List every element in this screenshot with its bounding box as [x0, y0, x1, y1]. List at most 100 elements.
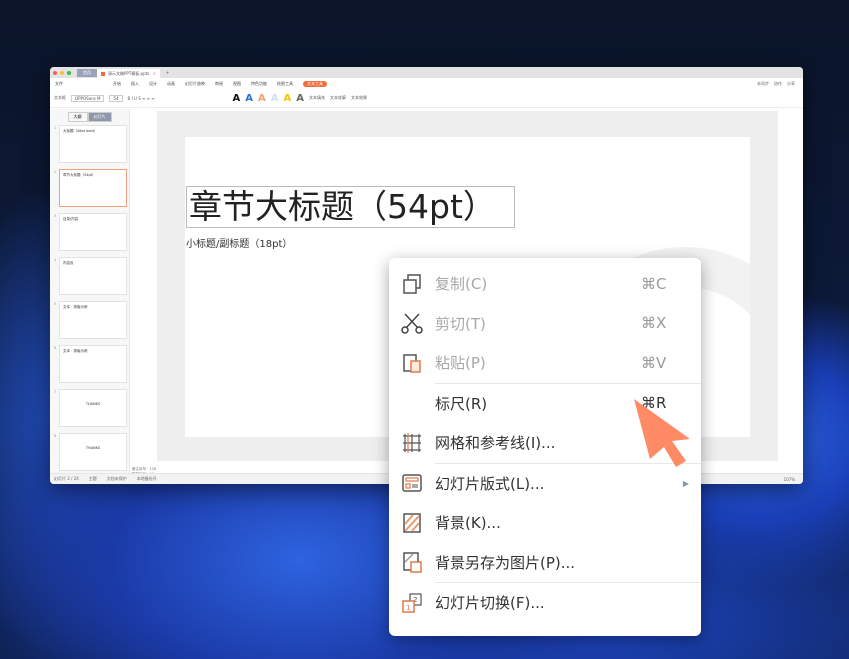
thumb-text: 文本 · 排版示例	[63, 349, 88, 353]
shortcut: ⌘C	[641, 274, 667, 293]
text-outline-button[interactable]: 文本轮廓	[330, 95, 346, 101]
menu-label: 背景(K)...	[435, 514, 501, 533]
collab-button[interactable]: 协作	[774, 81, 782, 87]
slide-thumbnail-selected[interactable]: 2 章节大标题（54pt）	[54, 169, 127, 207]
slide-title[interactable]: 章节大标题（54pt）	[186, 186, 515, 228]
menu-insert[interactable]: 插入	[131, 81, 139, 87]
font-select[interactable]: OPPOSans M	[71, 94, 105, 102]
transition-icon: 21	[389, 592, 435, 614]
slide-thumbnail[interactable]: 6 文本 · 排版示例	[54, 345, 127, 383]
slide-thumbnail[interactable]: 8 THANKS	[54, 433, 127, 471]
thumb-text: 内容页	[63, 261, 74, 265]
text-style-blue[interactable]: A	[245, 93, 253, 104]
ppt-icon	[101, 71, 105, 76]
text-style-yellow[interactable]: A	[284, 93, 292, 104]
scissors-icon	[389, 312, 435, 334]
menu-animation[interactable]: 动画	[167, 81, 175, 87]
slide-subtitle[interactable]: 小标题/副标题（18pt）	[186, 235, 292, 250]
text-style-gray[interactable]: A	[296, 93, 304, 104]
menu-item-save-background[interactable]: 背景另存为图片(P)...	[389, 543, 701, 583]
format-buttons[interactable]: B I U S ≡ ≡ ≡	[128, 96, 228, 101]
menu-label: 剪切(T)	[435, 314, 486, 333]
slide-thumbnail[interactable]: 4 内容页	[54, 257, 127, 295]
font-size-select[interactable]: 54	[109, 94, 123, 102]
mouse-cursor-icon	[634, 399, 690, 467]
menu-label: 背景另存为图片(P)...	[435, 553, 576, 572]
page-indicator: 幻灯片 2 / 24	[54, 476, 79, 481]
menu-label: 幻灯片切换(F)...	[435, 594, 545, 613]
thumb-text: 章节大标题（54pt）	[63, 173, 96, 177]
backup-status[interactable]: 本地备份开	[137, 476, 157, 482]
thumb-text: THANKS	[85, 402, 101, 406]
protect-status[interactable]: 文档未保护	[107, 476, 127, 482]
textbox-button[interactable]: 文本框	[54, 95, 66, 101]
slide-number: 5	[54, 302, 57, 306]
thumb-text: 大标题（48pt bold）	[63, 129, 98, 133]
slide-number: 4	[54, 258, 57, 262]
slide-number: 3	[54, 214, 57, 218]
shortcut: ⌘V	[641, 353, 667, 372]
menu-design[interactable]: 设计	[149, 81, 157, 87]
title-bar: 首页 演示文稿PPT模板.pptx × +	[50, 67, 803, 78]
tab-outline[interactable]: 大纲	[67, 112, 88, 122]
menu-label: 幻灯片版式(L)...	[435, 474, 545, 493]
background-icon	[389, 512, 435, 534]
shortcut: ⌘X	[641, 314, 667, 333]
menu-label: 复制(C)	[435, 275, 488, 294]
file-tab-label: 演示文稿PPT模板.pptx	[108, 70, 150, 76]
sync-button[interactable]: 未同步	[757, 81, 769, 87]
menu-drawing-tools[interactable]: 绘图工具	[277, 81, 293, 87]
minimize-button[interactable]	[60, 70, 64, 75]
slide-number: 8	[54, 434, 57, 438]
menu-item-transition[interactable]: 2 1 幻灯片切换(F)...	[389, 583, 701, 623]
menu-item-background[interactable]: 背景(K)...	[389, 503, 701, 543]
tab-slides[interactable]: 幻灯片	[87, 112, 112, 122]
text-effects-button[interactable]: 文本效果	[351, 95, 367, 101]
slide-thumbnail[interactable]: 3 目录/内容	[54, 213, 127, 251]
slide-number: 6	[54, 346, 57, 350]
thumb-text: THANKS	[85, 446, 101, 450]
slide-thumbnail[interactable]: 5 文本 · 排版示例	[54, 301, 127, 339]
thumb-text: 目录/内容	[63, 217, 79, 221]
grid-icon	[389, 432, 435, 454]
menu-bar: 文件 开始 插入 设计 动画 幻灯片放映 审阅 视图 特色功能 绘图工具 文本工…	[50, 78, 803, 89]
copy-icon	[389, 273, 435, 295]
close-tab-icon[interactable]: ×	[153, 71, 156, 76]
paste-icon	[389, 352, 435, 374]
menu-item-cut[interactable]: 剪切(T) ⌘X	[389, 304, 701, 344]
slide-thumbnail[interactable]: 7 THANKS	[54, 389, 127, 427]
slide-thumbnail[interactable]: 1 大标题（48pt bold）	[54, 125, 127, 163]
menu-item-paste[interactable]: 粘贴(P) ⌘V	[389, 343, 701, 383]
close-button[interactable]	[53, 70, 57, 75]
menu-review[interactable]: 审阅	[215, 81, 223, 87]
slide-number: 1	[54, 126, 57, 130]
layout-icon	[389, 472, 435, 494]
text-fill-button[interactable]: 文本填充	[309, 95, 325, 101]
menu-label: 粘贴(P)	[435, 354, 486, 373]
theme-label[interactable]: 主题	[89, 476, 97, 482]
share-button[interactable]: 分享	[787, 81, 795, 87]
menu-file[interactable]: 文件	[55, 81, 63, 87]
tab-file[interactable]: 演示文稿PPT模板.pptx ×	[97, 69, 160, 78]
save-background-icon	[389, 551, 435, 573]
menu-features[interactable]: 特色功能	[251, 81, 267, 87]
menu-view[interactable]: 视图	[233, 81, 241, 87]
menu-home[interactable]: 开始	[113, 81, 121, 87]
thumb-text: 文本 · 排版示例	[63, 305, 88, 309]
text-style-outline[interactable]: A	[271, 93, 279, 104]
menu-text-tools[interactable]: 文本工具	[303, 80, 327, 87]
menu-item-copy[interactable]: 复制(C) ⌘C	[389, 264, 701, 304]
slide-panel: 大纲 幻灯片 1 大标题（48pt bold） 2 章节大标题（54pt） 3 目录/内…	[50, 109, 130, 473]
tab-home[interactable]: 首页	[77, 68, 97, 77]
text-style-orange[interactable]: A	[258, 93, 266, 104]
text-style-black[interactable]: A	[233, 93, 241, 104]
maximize-button[interactable]	[67, 70, 71, 75]
new-tab-button[interactable]: +	[166, 70, 169, 75]
svg-text:1: 1	[406, 604, 410, 612]
menu-label: 标尺(R)	[435, 394, 488, 413]
zoom-level[interactable]: 107%	[784, 477, 795, 482]
slide-number: 2	[54, 170, 57, 174]
slide-number: 7	[54, 390, 57, 394]
menu-slideshow[interactable]: 幻灯片放映	[185, 81, 205, 87]
toolbar: 文本框 OPPOSans M 54 B I U S ≡ ≡ ≡ A A A A …	[50, 89, 803, 108]
